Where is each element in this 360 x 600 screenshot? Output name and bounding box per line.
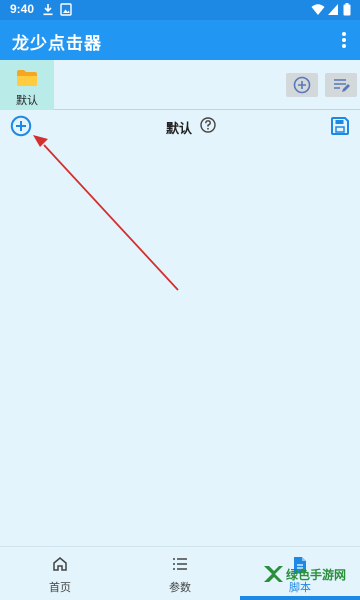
edit-folders-button[interactable] xyxy=(325,73,357,97)
nav-item-params[interactable]: 参数 xyxy=(120,547,240,600)
battery-icon xyxy=(343,3,351,16)
nav-label-params: 参数 xyxy=(169,581,191,594)
add-folder-button[interactable] xyxy=(286,73,318,97)
nav-active-indicator xyxy=(240,596,360,600)
signal-icon xyxy=(328,4,338,15)
nav-label-home: 首页 xyxy=(49,581,71,594)
download-icon xyxy=(43,4,53,16)
home-icon xyxy=(53,557,67,571)
overflow-menu-icon[interactable] xyxy=(342,32,346,48)
add-action-button[interactable] xyxy=(10,115,32,137)
edit-list-icon xyxy=(334,79,350,92)
list-icon xyxy=(173,558,187,570)
folder-bar: 默认 xyxy=(0,60,360,110)
watermark-logo-icon xyxy=(264,566,283,582)
help-icon[interactable] xyxy=(200,117,216,133)
folder-icon xyxy=(17,70,37,86)
wifi-icon xyxy=(311,4,325,15)
app-title: 龙少点击器 xyxy=(12,34,102,54)
image-icon xyxy=(60,3,72,16)
watermark: 绿色手游网 xyxy=(262,560,358,590)
add-circle-icon xyxy=(293,76,311,94)
nav-item-home[interactable]: 首页 xyxy=(0,547,120,600)
folder-tab-label: 默认 xyxy=(16,94,38,107)
script-header: 默认 xyxy=(0,111,360,141)
script-title: 默认 xyxy=(166,122,193,137)
save-icon[interactable] xyxy=(330,116,350,136)
watermark-text: 绿色手游网 xyxy=(286,568,347,582)
folder-tab-default[interactable]: 默认 xyxy=(0,60,54,110)
app-bar: 龙少点击器 xyxy=(0,20,360,60)
status-bar: 9:40 xyxy=(0,0,360,20)
status-time: 9:40 xyxy=(10,2,35,16)
